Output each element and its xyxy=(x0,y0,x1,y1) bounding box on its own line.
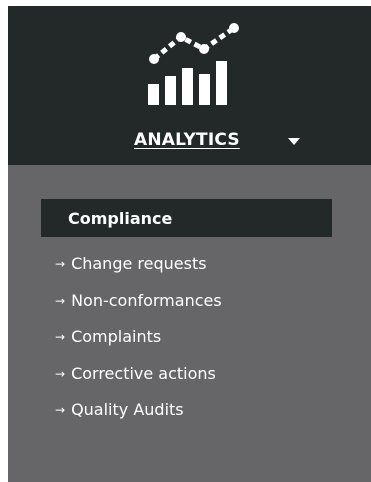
menu-item-non-conformances[interactable]: → Non-conformances xyxy=(55,291,222,328)
menu-item-corrective-actions[interactable]: → Corrective actions xyxy=(55,364,222,401)
menu-item-label[interactable]: Quality Audits xyxy=(71,400,184,419)
arrow-right-icon: → xyxy=(55,293,66,308)
caret-down-icon[interactable] xyxy=(288,138,300,145)
menu-item-label[interactable]: Change requests xyxy=(71,254,207,273)
analytics-dropdown[interactable]: ANALYTICS xyxy=(8,130,371,156)
menu-item-label[interactable]: Non-conformances xyxy=(71,291,222,310)
panel-header: ANALYTICS xyxy=(8,6,371,165)
arrow-right-icon: → xyxy=(55,366,66,381)
arrow-right-icon: → xyxy=(55,403,66,417)
menu-item-quality-audits[interactable]: → Quality Audits xyxy=(55,400,222,437)
compliance-menu: → Change requests → Non-conformances → C… xyxy=(55,254,222,437)
analytics-panel: ANALYTICS Compliance → Change requests →… xyxy=(8,6,371,482)
arrow-right-icon: → xyxy=(55,257,66,271)
menu-item-label[interactable]: Complaints xyxy=(71,327,161,346)
section-header-compliance: Compliance xyxy=(41,199,332,237)
analytics-chart-icon xyxy=(148,23,239,105)
arrow-right-icon: → xyxy=(55,330,66,344)
menu-body: Compliance → Change requests → Non-confo… xyxy=(8,165,371,482)
section-title: Compliance xyxy=(68,209,173,228)
analytics-title-link[interactable]: ANALYTICS xyxy=(134,130,240,150)
menu-item-complaints[interactable]: → Complaints xyxy=(55,327,222,364)
menu-item-change-requests[interactable]: → Change requests xyxy=(55,254,222,291)
menu-item-label[interactable]: Corrective actions xyxy=(71,364,216,383)
